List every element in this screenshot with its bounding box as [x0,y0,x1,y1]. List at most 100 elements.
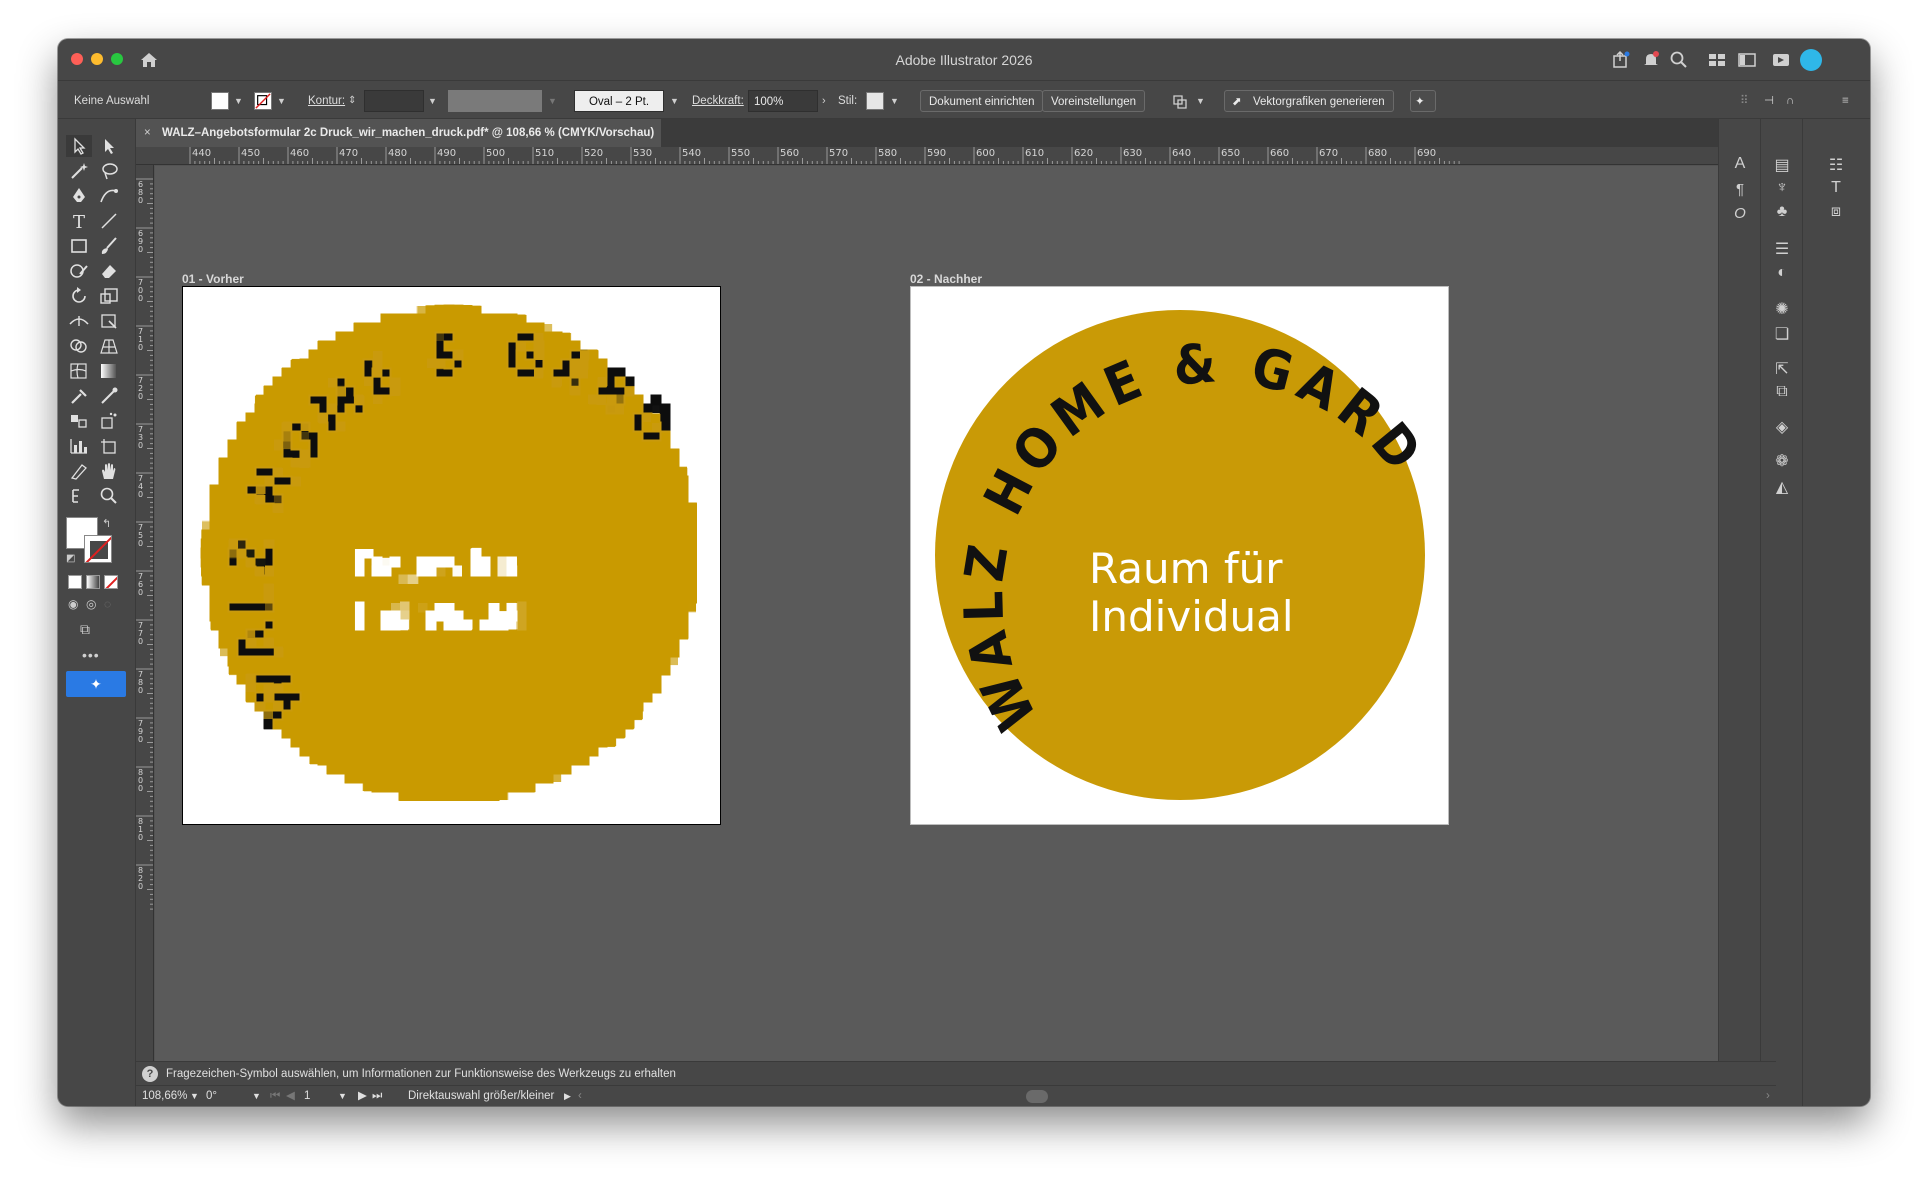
paragraph-panel-icon[interactable]: ¶ [1729,181,1751,203]
artboards-panel-icon[interactable]: ⧉ [1771,383,1793,405]
opentype-panel-icon[interactable]: O [1729,205,1751,227]
none-mode-icon[interactable] [104,575,118,589]
discover-icon[interactable] [1770,49,1792,71]
align-icon[interactable]: ⠿ [1740,90,1748,112]
artboard-label-vorher[interactable]: 01 - Vorher [182,272,244,286]
lasso-tool-icon[interactable] [96,160,122,182]
blend-tool-icon[interactable] [66,410,92,432]
rectangle-tool-icon[interactable] [66,235,92,257]
workspace-icon[interactable] [1706,49,1728,71]
shaper-tool-icon[interactable] [66,260,92,282]
generative-tool-icon[interactable]: ✦ [66,671,126,697]
color-guide-panel-icon[interactable]: ❁ [1771,451,1793,473]
next-artboard-icon[interactable]: ▶ [358,1086,367,1106]
swap-colors-icon[interactable]: ↰ [102,517,111,530]
document-setup-button[interactable]: Dokument einrichten [920,90,1044,112]
notifications-icon[interactable] [1640,49,1662,71]
gradient-panel-icon[interactable]: ◐ [1771,264,1793,286]
brushes-panel-icon[interactable]: ♆ [1771,179,1793,201]
artboard-chevron-icon[interactable]: ▼ [338,1086,347,1106]
edit-toolbar-icon[interactable]: ••• [82,647,100,663]
stroke-dropdown-chevron-icon[interactable]: ▼ [277,90,286,112]
search-icon[interactable] [1668,49,1690,71]
fill-dropdown-chevron-icon[interactable]: ▼ [234,90,243,112]
first-artboard-icon[interactable]: ⏮ [270,1086,280,1106]
scale-tool-icon[interactable] [96,285,122,307]
preferences-button[interactable]: Voreinstellungen [1042,90,1146,112]
column-graph-tool-icon[interactable] [66,435,92,457]
eraser-tool-icon[interactable] [96,260,122,282]
pen-tool-icon[interactable] [66,185,92,207]
export-panel-icon[interactable]: ⇱ [1771,359,1793,381]
panel-toggle-icon[interactable] [1736,49,1758,71]
share-icon[interactable] [1610,49,1632,71]
measure-tool-icon[interactable] [96,385,122,407]
user-avatar[interactable] [1800,49,1822,71]
links-panel-icon[interactable]: ⧈ [1825,203,1847,225]
draw-normal-icon[interactable]: ◉ [68,597,78,611]
artboard-vorher[interactable]: WALZ HOME & GARDEN Raum für Individual [160,237,721,825]
opacity-field[interactable]: 100% [748,90,818,112]
appearance-panel-icon[interactable]: ✺ [1771,299,1793,321]
type-tool-icon[interactable]: T [66,210,92,233]
magic-wand-icon[interactable]: ✦ [1410,90,1436,112]
draw-inside-icon[interactable]: ◌ [104,597,111,611]
character-panel-icon[interactable]: A [1729,155,1751,177]
artboard-label-nachher[interactable]: 02 - Nachher [910,272,982,286]
libraries-panel-icon[interactable]: ▤ [1771,155,1793,177]
stroke-weight-field[interactable] [364,90,424,112]
graphic-styles-panel-icon[interactable]: ❏ [1771,324,1793,346]
line-tool-icon[interactable] [96,210,122,232]
artboard-nachher[interactable]: WALZ HOME & GARDEN Raum für Individual [887,237,1449,825]
opacity-label[interactable]: Deckkraft: [692,90,744,112]
shape-builder-tool-icon[interactable] [66,335,92,357]
screen-mode-icon[interactable]: ⧉ [80,621,90,638]
stroke-swatch[interactable] [254,92,272,110]
help-icon[interactable]: ? [142,1066,158,1082]
arrange-chevron-icon[interactable]: ▼ [1196,90,1205,112]
draw-behind-icon[interactable]: ◎ [86,597,96,611]
opacity-arrow-icon[interactable]: › [822,90,826,112]
color-mode-icon[interactable] [68,575,82,589]
symbol-sprayer-tool-icon[interactable] [96,410,122,432]
properties-panel-icon[interactable]: ☷ [1825,155,1847,177]
magic-wand-tool-icon[interactable] [66,160,92,182]
document-tab[interactable]: × WALZ–Angebotsformular 2c Druck_wir_mac… [136,119,661,147]
hand-tool-icon[interactable] [96,460,122,482]
control-menu-icon[interactable]: ≡ [1842,90,1849,112]
gradient-mode-icon[interactable] [86,575,100,589]
rotation-value[interactable]: 0° [206,1086,217,1106]
transparency-panel-icon[interactable]: ◭ [1771,477,1793,499]
canvas[interactable]: 01 - Vorher WALZ HOME & GARDE [155,166,1809,1061]
perspective-grid-tool-icon[interactable] [96,335,122,357]
style-chevron-icon[interactable]: ▼ [890,90,899,112]
default-colors-icon[interactable]: ◩ [66,553,75,564]
gradient-tool-icon[interactable] [96,360,122,382]
eyedropper-tool-icon[interactable] [66,385,92,407]
curvature-tool-icon[interactable] [96,185,122,207]
zoom-level[interactable]: 108,66% [142,1086,187,1106]
style-swatch[interactable] [866,92,884,110]
free-transform-tool-icon[interactable] [96,310,122,332]
selection-tool-icon[interactable] [66,135,92,157]
stroke-color-swatch[interactable] [84,535,112,563]
fill-swatch[interactable] [211,92,229,110]
close-tab-icon[interactable]: × [144,119,151,147]
layers-panel-icon[interactable]: ◈ [1771,417,1793,439]
zoom-tool-icon[interactable] [96,485,122,507]
distribute-icon[interactable]: ⊣ [1764,90,1774,112]
arrange-icon[interactable] [1170,90,1192,112]
zoom-chevron-icon[interactable]: ▼ [190,1086,199,1106]
scroll-left-icon[interactable]: ‹ [578,1086,582,1106]
last-artboard-icon[interactable]: ⏭ [372,1086,382,1106]
mesh-tool-icon[interactable] [66,360,92,382]
rotate-tool-icon[interactable] [66,285,92,307]
stroke-stepper-icon[interactable]: ⇕ [348,90,356,112]
variable-width-profile[interactable] [448,90,542,112]
previous-artboard-icon[interactable]: ◀ [286,1086,295,1106]
direct-selection-tool-icon[interactable] [96,135,122,157]
width-tool-icon[interactable] [66,310,92,332]
symbols-panel-icon[interactable]: ♣ [1771,203,1793,225]
rotation-chevron-icon[interactable]: ▼ [252,1086,261,1106]
generate-vectors-button[interactable]: ⬈ Vektorgrafiken generieren [1224,90,1394,112]
